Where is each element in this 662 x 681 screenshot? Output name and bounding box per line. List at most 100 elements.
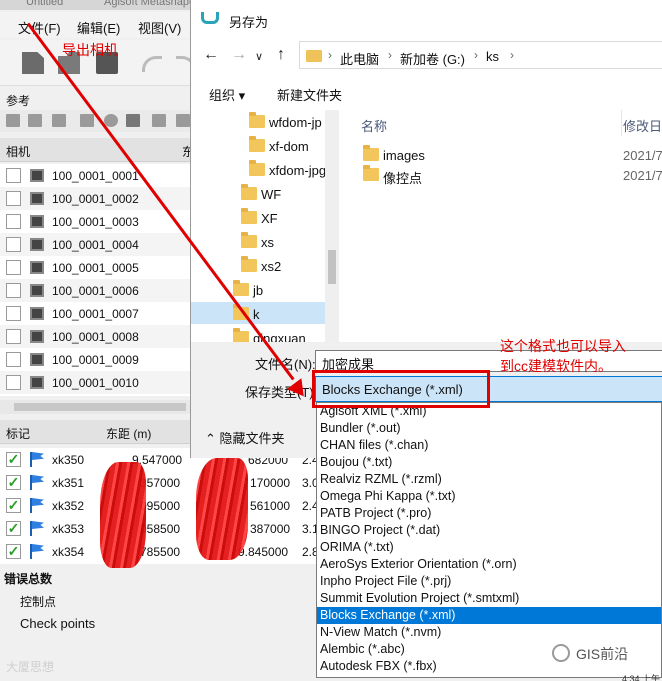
marker-checkbox[interactable]: ✓ <box>6 452 21 467</box>
camera-icon <box>30 376 44 389</box>
forward-arrow-icon[interactable]: → <box>231 46 247 64</box>
breadcrumb-item[interactable]: 此电脑 <box>340 49 379 68</box>
marker-row[interactable]: ✓ xk352 095000 561000 2.4 <box>0 494 320 517</box>
camera-checkbox[interactable] <box>6 260 21 275</box>
filetype-option[interactable]: Summit Evolution Project (*.smtxml) <box>317 590 661 607</box>
marker-checkbox[interactable]: ✓ <box>6 475 21 490</box>
tree-item-selected[interactable]: k <box>191 302 327 324</box>
camera-row[interactable]: 100_0001_0010 <box>0 371 200 394</box>
camera-row[interactable]: 100_0001_0005 <box>0 256 200 279</box>
camera-row[interactable]: 100_0001_0004 <box>0 233 200 256</box>
camera-row[interactable]: 100_0001_0002 <box>0 187 200 210</box>
marker-checkbox[interactable]: ✓ <box>6 521 21 536</box>
scrollbar-thumb[interactable] <box>328 250 336 284</box>
camera-row[interactable]: 100_0001_0006 <box>0 279 200 302</box>
new-folder-button[interactable]: 新建文件夹 <box>277 85 342 104</box>
tree-item[interactable]: xfdom-jpg <box>191 158 327 180</box>
marker-northing: 170000 <box>250 476 291 490</box>
folder-icon <box>241 232 257 248</box>
tree-item-label: WF <box>261 187 282 202</box>
file-date: 2021/7 <box>623 168 662 183</box>
tree-item[interactable]: wfdom-jp <box>191 110 327 132</box>
file-row[interactable]: images 2021/7 <box>363 144 662 164</box>
camera-checkbox[interactable] <box>6 352 21 367</box>
marker-row[interactable]: ✓ xk351 357000 170000 3.0 <box>0 471 320 494</box>
marker-checkbox[interactable]: ✓ <box>6 498 21 513</box>
filetype-option[interactable]: AeroSys Exterior Orientation (*.orn) <box>317 556 661 573</box>
view-icon[interactable] <box>176 114 190 127</box>
camera-row[interactable]: 100_0001_0001 <box>0 164 200 187</box>
file-row[interactable]: 像控点 2021/7 <box>363 164 662 186</box>
taskbar-clock: 4:34 上午 <box>622 674 661 681</box>
import-icon[interactable] <box>6 114 20 127</box>
tree-item[interactable]: xf-dom <box>191 134 327 156</box>
filetype-option-selected[interactable]: Blocks Exchange (*.xml) <box>317 607 661 624</box>
tree-item[interactable]: XF <box>191 206 327 228</box>
marker-list: ✓ xk350 9.547000 682000 2.4 ✓ xk351 3570… <box>0 448 320 564</box>
address-bar[interactable]: › 此电脑 › 新加卷 (G:) › ks › <box>299 41 662 69</box>
tree-item-label: wfdom-jp <box>269 115 322 130</box>
new-document-icon[interactable] <box>22 52 44 74</box>
filetype-option-label: ORIMA (*.txt) <box>320 540 394 554</box>
undo-icon[interactable] <box>142 56 162 72</box>
breadcrumb-item[interactable]: 新加卷 (G:) <box>400 49 465 68</box>
up-arrow-icon[interactable]: ↑ <box>277 46 285 64</box>
column-divider[interactable] <box>621 110 622 136</box>
marker-row[interactable]: ✓ xk353 058500 387000 3.1 <box>0 517 320 540</box>
dialog-title: 另存为 <box>229 15 269 30</box>
annotation-format-note-line1: 这个格式也可以导入 <box>500 338 626 354</box>
camera-checkbox[interactable] <box>6 168 21 183</box>
filetype-option[interactable]: BINGO Project (*.dat) <box>317 522 661 539</box>
filetype-option[interactable]: Omega Phi Kappa (*.txt) <box>317 488 661 505</box>
camera-row[interactable]: 100_0001_0009 <box>0 348 200 371</box>
camera-checkbox[interactable] <box>6 214 21 229</box>
update-icon[interactable] <box>126 114 140 127</box>
menu-file[interactable]: 文件(F) <box>18 18 61 37</box>
filetype-option[interactable]: Inpho Project File (*.prj) <box>317 573 661 590</box>
filetype-option[interactable]: N-View Match (*.nvm) <box>317 624 661 641</box>
export-icon[interactable] <box>28 114 42 127</box>
markers-column-header: 标记 东距 (m) <box>0 420 200 444</box>
scrollbar-thumb[interactable] <box>14 403 186 411</box>
marker-row[interactable]: ✓ xk354 785500 9.845000 2.8 <box>0 540 320 563</box>
camera-row[interactable]: 100_0001_0008 <box>0 325 200 348</box>
camera-name: 100_0001_0008 <box>52 330 139 344</box>
camera-checkbox[interactable] <box>6 191 21 206</box>
chevron-down-icon[interactable]: ∨ <box>255 50 263 63</box>
camera-list-scrollbar[interactable] <box>0 400 200 414</box>
reference-panel-title: 参考 <box>6 94 31 108</box>
filetype-option[interactable]: PATB Project (*.pro) <box>317 505 661 522</box>
chevron-right-icon: › <box>510 48 514 62</box>
hide-folders-toggle[interactable]: ⌃ 隐藏文件夹 <box>205 428 285 447</box>
camera-row[interactable]: 100_0001_0007 <box>0 302 200 325</box>
camera-toolbar-icon[interactable] <box>52 114 66 127</box>
file-name: images <box>383 148 425 163</box>
flag-icon <box>30 498 44 513</box>
tree-item[interactable]: xs <box>191 230 327 252</box>
column-date[interactable]: 修改日 <box>623 116 662 135</box>
back-arrow-icon[interactable]: ← <box>203 46 219 64</box>
folder-icon <box>249 136 265 152</box>
flag-icon <box>30 475 44 490</box>
filetype-option[interactable]: Boujou (*.txt) <box>317 454 661 471</box>
grid-icon[interactable] <box>152 114 166 127</box>
filetype-option[interactable]: CHAN files (*.chan) <box>317 437 661 454</box>
filetype-option[interactable]: Realviz RZML (*.rzml) <box>317 471 661 488</box>
menu-edit[interactable]: 编辑(E) <box>77 18 120 37</box>
filetype-option[interactable]: ORIMA (*.txt) <box>317 539 661 556</box>
camera-checkbox[interactable] <box>6 306 21 321</box>
camera-checkbox[interactable] <box>6 329 21 344</box>
filetype-option[interactable]: Bundler (*.out) <box>317 420 661 437</box>
organize-button[interactable]: 组织 ▾ <box>209 85 245 104</box>
breadcrumb-item[interactable]: ks <box>486 49 499 64</box>
tree-item[interactable]: jb <box>191 278 327 300</box>
column-name[interactable]: 名称 <box>361 116 387 135</box>
tree-item[interactable]: WF <box>191 182 327 204</box>
camera-checkbox[interactable] <box>6 283 21 298</box>
menu-view[interactable]: 视图(V) <box>138 18 181 37</box>
marker-checkbox[interactable]: ✓ <box>6 544 21 559</box>
table-icon[interactable] <box>80 114 94 127</box>
folder-tree-scrollbar[interactable] <box>325 110 339 342</box>
camera-checkbox[interactable] <box>6 237 21 252</box>
camera-checkbox[interactable] <box>6 375 21 390</box>
